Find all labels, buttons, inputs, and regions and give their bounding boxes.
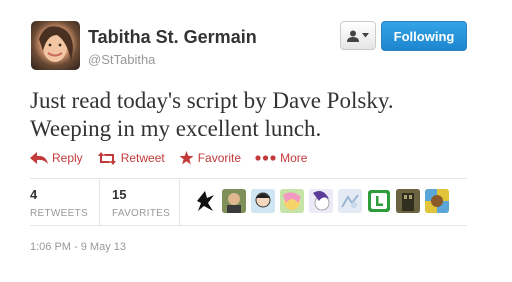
retweets-stat[interactable]: 4 RETWEETS [30,187,88,219]
favoriter-avatar-2-icon [222,189,246,213]
favoriter-avatar[interactable] [222,189,246,213]
reply-button[interactable]: Reply [30,151,83,165]
favorite-label: Favorite [197,151,242,165]
user-icon [347,30,359,42]
tweet-text-line: Weeping in my excellent lunch. [30,116,322,141]
favoriter-avatar-1-icon [197,191,214,211]
favoriter-avatar[interactable] [367,189,391,213]
favoriter-avatar-6-icon [338,189,362,213]
retweets-count: 4 [30,187,38,202]
favoriter-avatar[interactable] [251,189,275,213]
favoriter-avatar[interactable] [396,189,420,213]
favoriter-avatar-9-icon [425,189,449,213]
favoriter-avatar-8-icon [396,189,420,213]
favoriter-avatar-4-icon [280,189,304,213]
tweet-stats: 4 RETWEETS 15 FAVORITES [30,178,467,226]
author-handle[interactable]: @StTabitha [88,52,155,67]
favorites-count: 15 [112,187,127,202]
author-name[interactable]: Tabitha St. Germain [88,27,257,48]
favorites-label: FAVORITES [112,208,171,219]
retweet-label: Retweet [120,151,165,165]
tweet-actions: Reply Retweet Favorite More [30,150,321,166]
following-button[interactable]: Following [381,21,467,51]
stat-divider [179,179,180,226]
tweet-text-line: Just read today's script by Dave Polsky. [30,88,394,113]
star-icon [179,151,194,165]
favoriter-avatar[interactable] [309,189,333,213]
favoriter-avatar-5-icon [309,189,333,213]
favorite-button[interactable]: Favorite [179,151,241,165]
reply-icon [30,152,48,164]
favoriter-avatar[interactable] [338,189,362,213]
chevron-down-icon [362,33,369,38]
retweet-button[interactable]: Retweet [97,151,165,165]
tweet-text: Just read today's script by Dave Polsky.… [30,87,490,143]
favoriter-avatar[interactable] [425,189,449,213]
retweet-icon [97,151,116,165]
retweets-label: RETWEETS [30,208,88,219]
favoriter-avatar[interactable] [280,189,304,213]
more-dots-icon [255,155,276,161]
favoriter-avatar-3-icon [251,189,275,213]
user-actions-button[interactable] [340,21,376,50]
reply-label: Reply [52,151,83,165]
stat-divider [99,179,100,226]
more-button[interactable]: More [255,151,307,165]
favorites-stat[interactable]: 15 FAVORITES [112,187,170,219]
tweet-timestamp[interactable]: 1:06 PM - 9 May 13 [30,241,126,253]
avatar[interactable] [31,21,80,70]
more-label: More [280,151,308,165]
favoriter-avatar-7-icon [368,190,390,212]
favoriters-list [193,189,449,213]
avatar-photo-icon [39,26,73,62]
favoriter-avatar[interactable] [193,189,217,213]
